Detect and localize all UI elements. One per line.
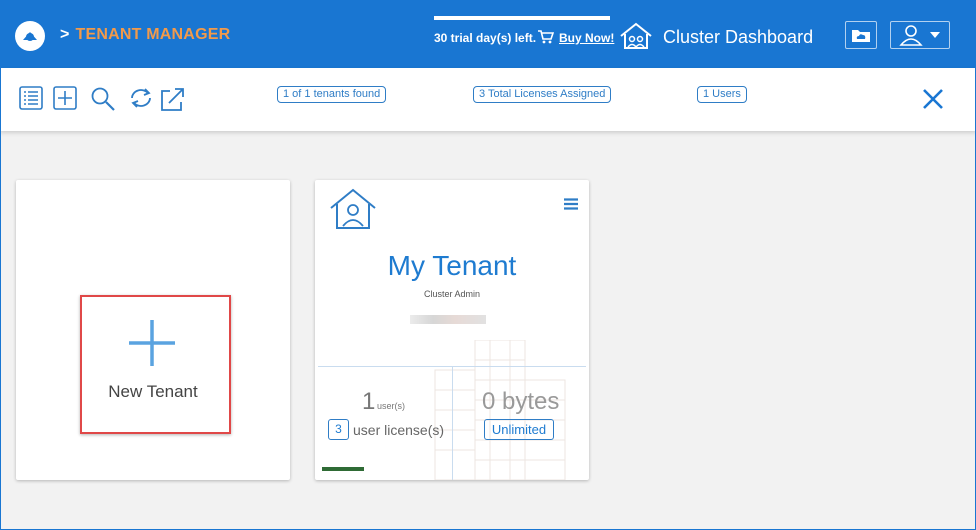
hamburger-menu-icon[interactable] xyxy=(564,198,578,210)
toolbar: 1 of 1 tenants found 3 Total Licenses As… xyxy=(0,68,976,131)
tenant-card[interactable]: My Tenant Cluster Admin 1 user(s) 3 user… xyxy=(315,180,589,480)
buy-now-link[interactable]: Buy Now! xyxy=(559,31,614,45)
refresh-icon[interactable] xyxy=(127,86,155,110)
export-icon[interactable] xyxy=(160,86,186,112)
trial-days-text: 30 trial day(s) left. xyxy=(434,31,537,45)
new-tenant-highlight[interactable] xyxy=(80,295,231,434)
list-view-icon[interactable] xyxy=(19,86,43,110)
user-icon xyxy=(899,25,923,46)
storage-quota-badge[interactable]: Unlimited xyxy=(484,419,554,440)
users-count: 1 xyxy=(362,388,376,415)
users-unit: user(s) xyxy=(377,401,406,411)
cloud-folder-button[interactable] xyxy=(845,21,877,49)
cluster-house-icon[interactable] xyxy=(619,22,653,50)
close-icon[interactable] xyxy=(922,88,944,110)
user-menu-button[interactable] xyxy=(890,21,950,49)
tenant-manager-title: TENANT MANAGER xyxy=(75,26,231,43)
cart-icon xyxy=(538,30,554,44)
license-count-badge[interactable]: 3 xyxy=(328,419,349,440)
users-badge: 1 Users xyxy=(697,86,747,103)
licenses-assigned-badge: 3 Total Licenses Assigned xyxy=(473,86,612,103)
search-icon[interactable] xyxy=(90,86,116,112)
cluster-dashboard-link[interactable]: Cluster Dashboard xyxy=(663,27,813,48)
license-label: user license(s) xyxy=(353,422,445,438)
tenants-found-badge: 1 of 1 tenants found xyxy=(277,86,387,103)
tenant-name[interactable]: My Tenant xyxy=(315,250,589,282)
app-title: > TENANT MANAGER xyxy=(60,26,230,44)
chevron-down-icon xyxy=(930,32,940,38)
usage-progress-bar xyxy=(322,467,364,471)
tenant-house-icon xyxy=(330,188,376,229)
trial-progress-bar xyxy=(434,16,610,20)
cloud-folder-icon xyxy=(852,30,870,42)
storage-used: 0 bytes xyxy=(482,388,560,415)
stats-divider-vertical xyxy=(452,367,453,480)
app-header: > TENANT MANAGER 30 trial day(s) left. Bu… xyxy=(0,0,976,68)
add-icon[interactable] xyxy=(53,86,77,110)
tenant-role: Cluster Admin xyxy=(423,289,481,299)
redacted-email xyxy=(410,315,486,324)
breadcrumb-separator: > xyxy=(60,26,70,43)
new-tenant-card[interactable]: New Tenant xyxy=(16,180,290,480)
cloud-logo-icon[interactable] xyxy=(15,21,45,51)
